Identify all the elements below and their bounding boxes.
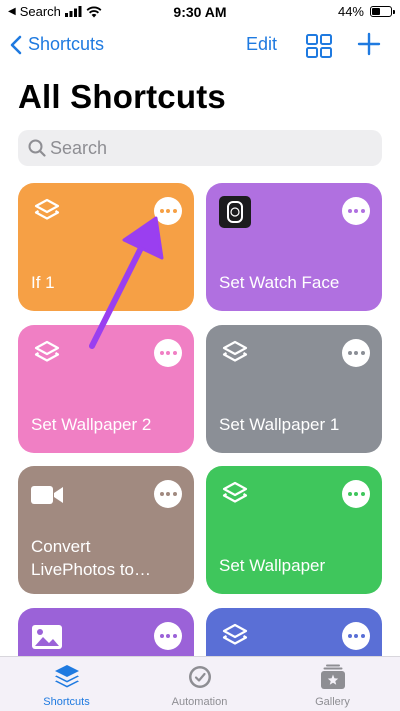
search-input[interactable] [50, 130, 370, 166]
layers-icon-glyph [222, 340, 248, 362]
shortcut-tile[interactable]: Set Wallpaper 2 [18, 325, 194, 453]
shortcut-tile[interactable]: Convert LivePhotos to… [18, 466, 194, 594]
gallery-tab-icon [320, 664, 345, 689]
shortcuts-tab-icon [54, 665, 79, 688]
battery-fill [372, 8, 380, 15]
photo-icon-glyph [32, 625, 62, 649]
edit-button[interactable]: Edit [246, 34, 277, 55]
battery-icon [370, 6, 395, 17]
tab-bar: Shortcuts Automation Gallery [0, 656, 400, 711]
shortcut-label: Set Wallpaper 2 [31, 415, 152, 435]
more-options-button[interactable] [154, 622, 182, 650]
search-bar[interactable] [18, 130, 382, 166]
shortcut-label: Set Watch Face [219, 273, 340, 293]
shortcut-label: Convert LivePhotos to… [31, 537, 152, 580]
layers-icon [30, 195, 64, 229]
back-button[interactable]: Shortcuts [10, 34, 104, 55]
status-right: 44% [337, 4, 395, 19]
layers-icon-glyph [34, 198, 60, 220]
layers-icon-glyph [34, 340, 60, 362]
tab-shortcuts[interactable]: Shortcuts [0, 657, 133, 711]
tab-label: Gallery [315, 696, 350, 708]
tab-label: Shortcuts [43, 696, 90, 708]
back-button-label: Shortcuts [28, 34, 105, 54]
more-options-button[interactable] [154, 339, 182, 367]
tab-label: Automation [171, 696, 228, 708]
status-bar: ◀ Search 9:30 AM 44% [0, 0, 400, 24]
shortcut-label: If 1 [31, 273, 55, 293]
grid-view-icon[interactable] [306, 34, 332, 58]
search-icon [28, 139, 46, 157]
layers-icon [218, 620, 252, 654]
watch-icon [218, 195, 252, 229]
automation-tab-icon [188, 666, 211, 688]
shortcut-tile[interactable]: Set Watch Face [206, 183, 382, 311]
layers-icon [30, 337, 64, 371]
layers-icon [218, 337, 252, 371]
layers-icon-glyph [222, 481, 248, 503]
layers-icon-glyph [222, 623, 248, 645]
more-options-button[interactable] [154, 480, 182, 508]
shortcut-label: Set Wallpaper 1 [219, 415, 340, 435]
shortcut-tile[interactable]: Set Wallpaper 1 [206, 325, 382, 453]
shortcut-tile[interactable]: If 1 [18, 183, 194, 311]
shortcut-label: Set Wallpaper [219, 556, 326, 576]
video-camera-icon [30, 478, 64, 512]
tab-automation[interactable]: Automation [133, 657, 266, 711]
more-options-button[interactable] [342, 339, 370, 367]
video-camera-icon-glyph [31, 486, 63, 504]
more-options-button[interactable] [342, 480, 370, 508]
photo-icon [30, 620, 64, 654]
layers-icon [218, 478, 252, 512]
tab-gallery[interactable]: Gallery [266, 657, 399, 711]
watch-icon-glyph [219, 196, 251, 228]
more-options-button[interactable] [342, 197, 370, 225]
navigation-bar: Shortcuts Edit [0, 28, 400, 64]
shortcut-tile[interactable]: Set Wallpaper [206, 466, 382, 594]
chevron-left-icon [10, 35, 22, 54]
add-shortcut-icon[interactable] [357, 32, 381, 56]
more-options-button[interactable] [342, 622, 370, 650]
more-options-button[interactable] [154, 197, 182, 225]
battery-percent: 44% [337, 4, 364, 19]
page-title: All Shortcuts [18, 78, 226, 115]
